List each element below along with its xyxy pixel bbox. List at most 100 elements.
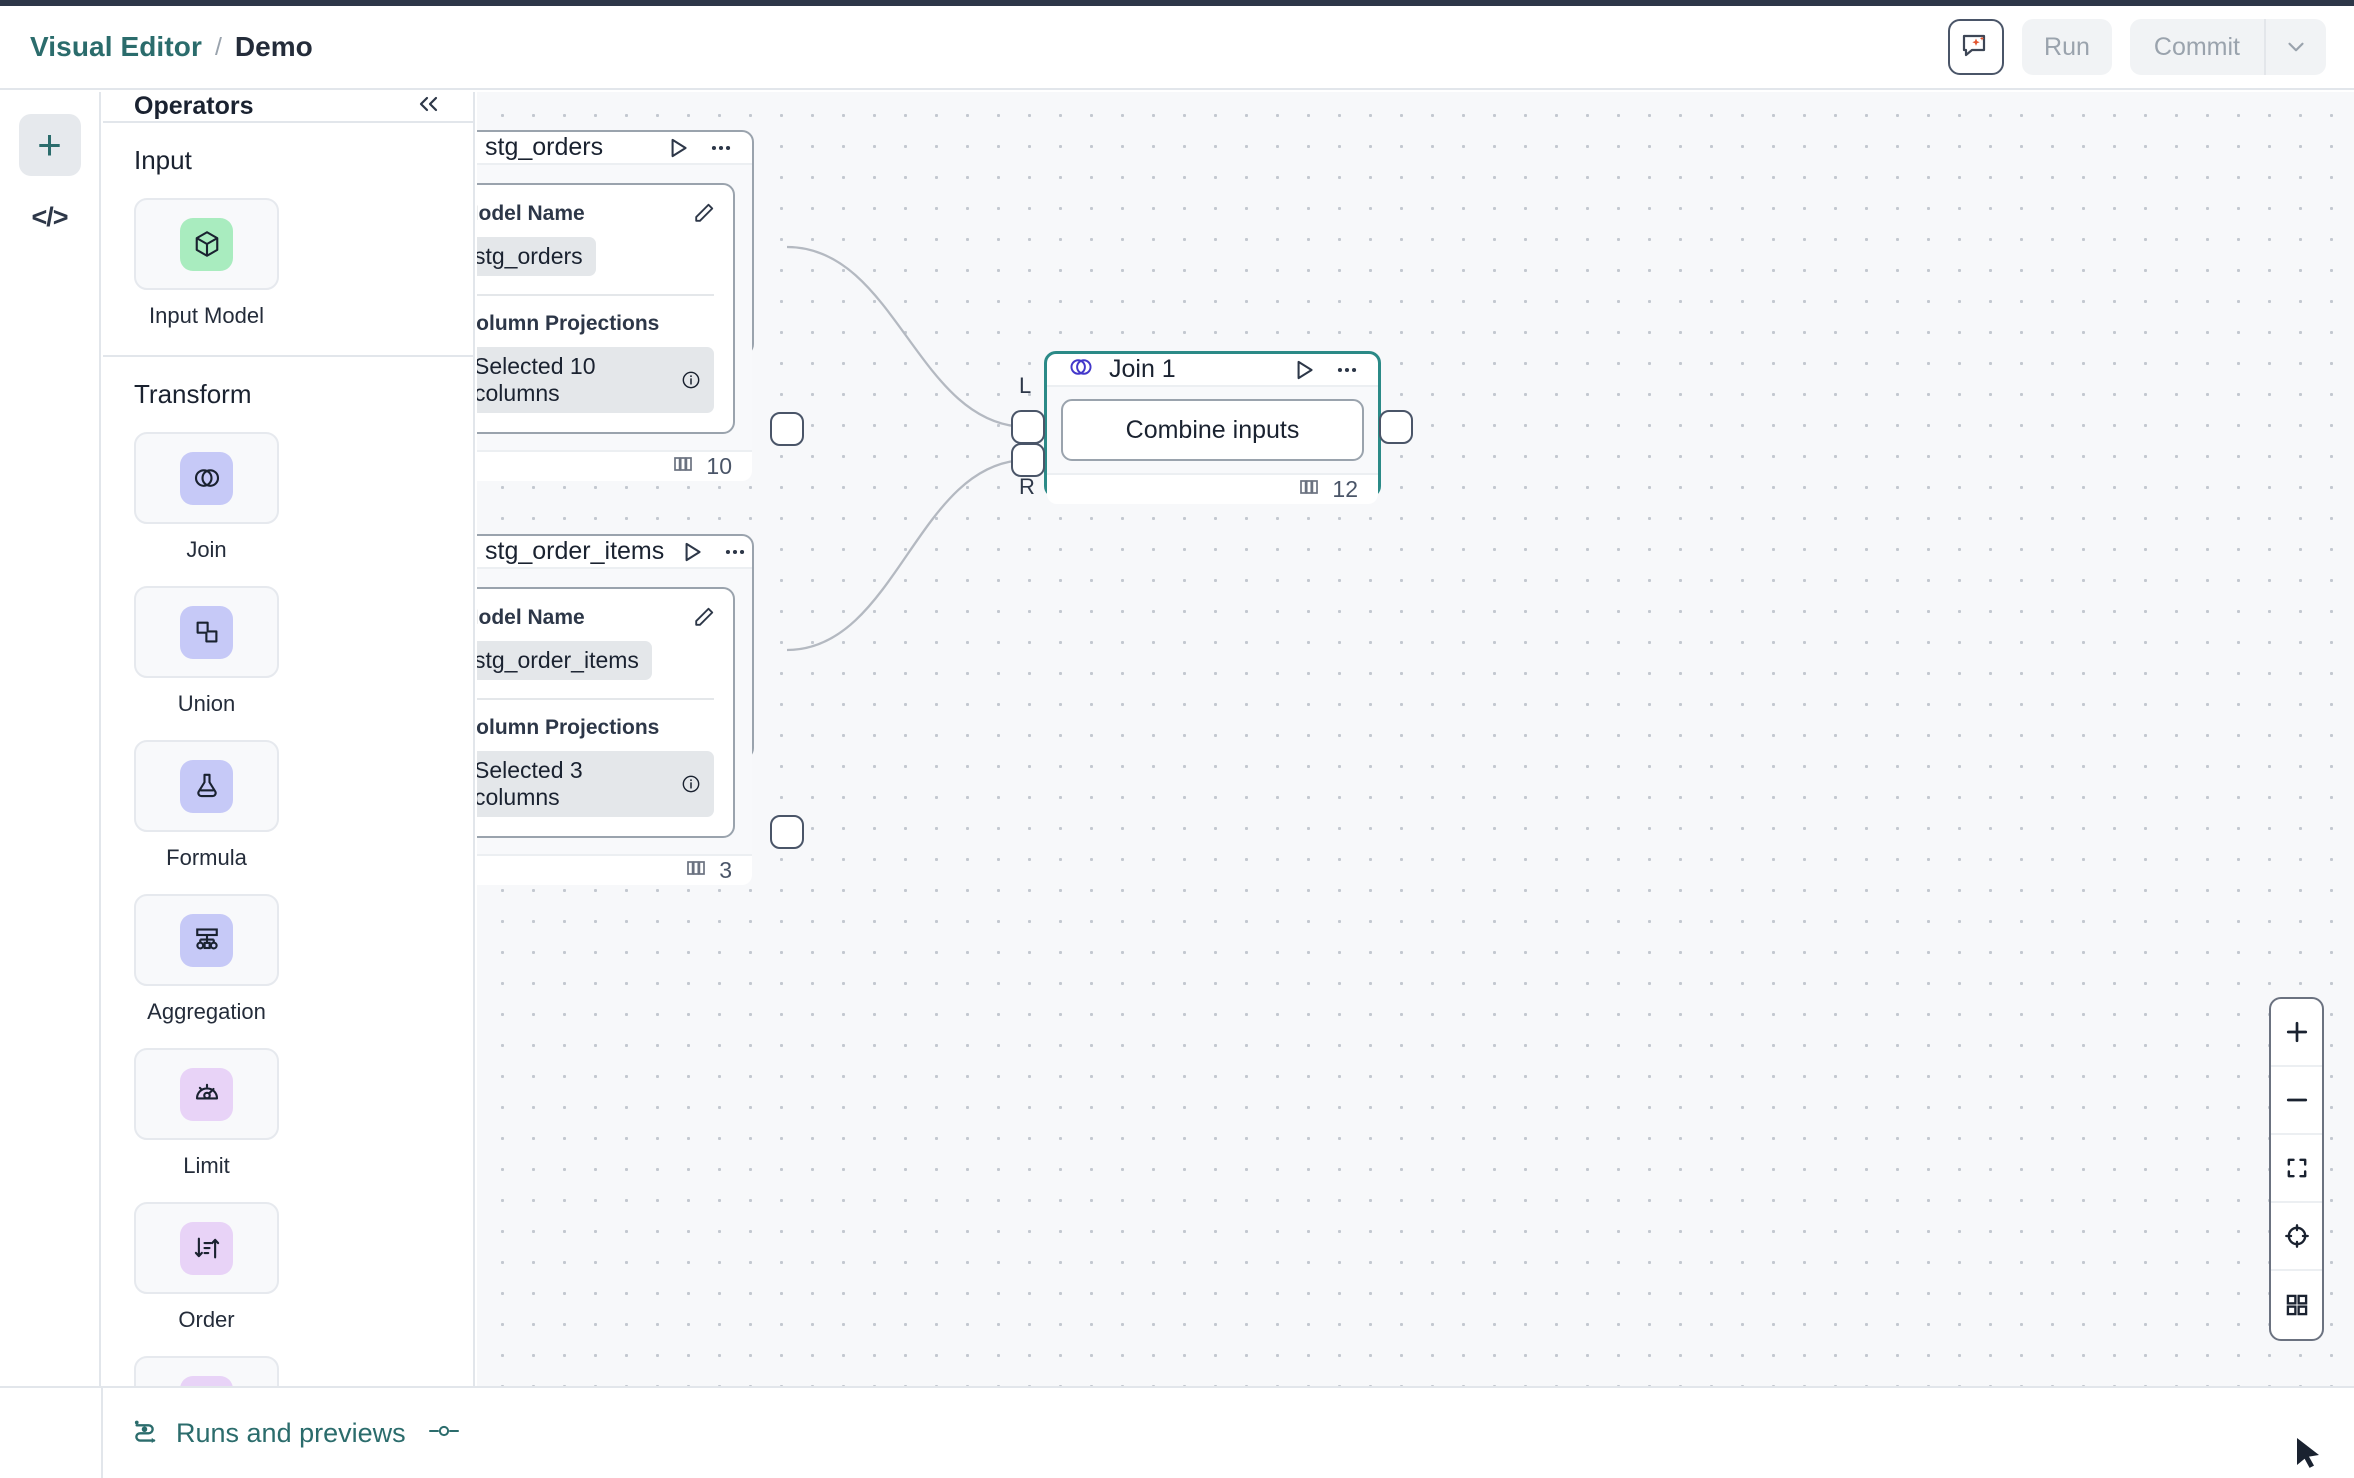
operators-panel-title: Operators [134, 92, 253, 121]
fit-view-icon [2283, 1154, 2311, 1182]
node-header: Join 1 [1047, 354, 1378, 387]
drag-handle-icon[interactable] [427, 1420, 461, 1447]
cube-icon [180, 218, 233, 271]
edge-stg-order-items-to-join-right [787, 460, 1027, 650]
commit-button[interactable]: Commit [2130, 19, 2264, 75]
node-body: Model Name stg_order_items Column Projec… [477, 569, 752, 854]
operators-panel-header: Operators [103, 92, 473, 123]
center-view-button[interactable] [2271, 1203, 2322, 1271]
operator-item-union[interactable]: Union [134, 586, 279, 717]
columns-icon [684, 856, 708, 885]
node-footer: 3 [477, 854, 752, 885]
operator-card[interactable] [134, 1202, 279, 1294]
operator-item-order[interactable]: Order [134, 1202, 279, 1333]
field-label-model-name: Model Name [477, 202, 714, 226]
collapse-double-chevron-left-icon [416, 94, 442, 114]
plus-icon: + [37, 124, 62, 166]
node-actions [1291, 357, 1360, 383]
zoom-out-icon [2283, 1086, 2311, 1114]
flow-node-stg-order-items[interactable]: stg_order_items Model Name stg_order_ite… [477, 534, 754, 760]
edge-layer [477, 92, 2354, 1386]
runs-and-previews-button[interactable]: Runs and previews [131, 1416, 406, 1451]
play-icon[interactable] [665, 135, 691, 161]
operator-card[interactable] [134, 432, 279, 524]
field-divider [477, 294, 714, 296]
play-icon[interactable] [1291, 357, 1317, 383]
more-horizontal-icon[interactable] [708, 135, 734, 161]
flow-node-stg-orders[interactable]: stg_orders Model Name stg_orders [477, 130, 754, 356]
combine-inputs-button[interactable]: Combine inputs [1061, 399, 1364, 461]
more-horizontal-icon[interactable] [1334, 357, 1360, 383]
node-column-count: 10 [706, 453, 732, 480]
ai-assistant-button[interactable] [1948, 19, 2004, 75]
fit-view-button[interactable] [2271, 1135, 2322, 1203]
breadcrumb-separator: / [215, 33, 222, 62]
operator-label: Order [178, 1307, 234, 1333]
breadcrumb-app-name[interactable]: Visual Editor [30, 31, 202, 63]
breadcrumb: Visual Editor / Demo [30, 31, 313, 63]
flow-node-join-1[interactable]: Join 1 Combine inputs 12 [1044, 351, 1381, 498]
operator-item-limit[interactable]: Limit [134, 1048, 279, 1179]
node-column-count: 3 [719, 857, 732, 884]
port-output-stg-orders[interactable] [770, 412, 804, 446]
operator-card[interactable] [134, 198, 279, 290]
flow-canvas[interactable]: stg_orders Model Name stg_orders [477, 92, 2354, 1386]
field-label-column-projections: Column Projections [477, 716, 714, 740]
port-input-join-left[interactable] [1011, 410, 1045, 444]
section-title: Transform [134, 379, 442, 410]
commit-dropdown-button[interactable] [2264, 19, 2326, 75]
operator-grid: Input Model [134, 198, 442, 329]
info-icon[interactable] [681, 370, 701, 390]
ai-chat-sparkle-icon [1960, 31, 1992, 63]
field-divider [477, 698, 714, 700]
field-value-column-projections[interactable]: Selected 10 columns [477, 347, 714, 413]
operator-item-aggregation[interactable]: Aggregation [134, 894, 279, 1025]
mouse-cursor [2294, 1436, 2324, 1470]
pencil-icon[interactable] [691, 201, 716, 231]
port-output-stg-order-items[interactable] [770, 815, 804, 849]
chip-text: Selected 10 columns [477, 353, 672, 407]
section-title: Input [134, 145, 442, 176]
zoom-out-button[interactable] [2271, 1067, 2322, 1135]
more-horizontal-icon[interactable] [722, 539, 748, 565]
operator-card[interactable] [134, 1048, 279, 1140]
operator-label: Aggregation [147, 999, 266, 1025]
play-icon[interactable] [679, 539, 705, 565]
operator-label: Union [178, 691, 235, 717]
zoom-in-button[interactable] [2271, 999, 2322, 1067]
operator-item-formula[interactable]: Formula [134, 740, 279, 871]
operator-item-join[interactable]: Join [134, 432, 279, 563]
toggle-grid-button[interactable] [2271, 1271, 2322, 1339]
pencil-icon[interactable] [691, 605, 716, 635]
runs-flow-icon [131, 1416, 161, 1451]
add-operator-rail-button[interactable]: + [19, 114, 81, 176]
header-actions: Run Commit [1948, 19, 2326, 75]
field-value-model-name[interactable]: stg_orders [477, 237, 596, 276]
columns-icon [1297, 475, 1321, 504]
operator-card[interactable] [134, 894, 279, 986]
collapse-panel-button[interactable] [416, 93, 442, 121]
code-view-rail-button[interactable]: </> [19, 186, 81, 248]
bottom-bar: Runs and previews [103, 1386, 2354, 1478]
runs-and-previews-label: Runs and previews [176, 1418, 406, 1449]
operator-item-input-model[interactable]: Input Model [134, 198, 279, 329]
node-title: Join 1 [1109, 355, 1276, 384]
node-header: stg_order_items [477, 536, 752, 569]
field-value-column-projections[interactable]: Selected 3 columns [477, 751, 714, 817]
operator-card[interactable] [134, 586, 279, 678]
port-output-join[interactable] [1379, 410, 1413, 444]
node-actions [679, 539, 748, 565]
operator-label: Limit [183, 1153, 229, 1179]
zoom-controls [2269, 997, 2324, 1341]
chevron-down-icon [2283, 34, 2309, 60]
info-icon[interactable] [681, 774, 701, 794]
app-header: Visual Editor / Demo Run Commit [0, 6, 2354, 90]
sort-arrows-icon [180, 1222, 233, 1275]
operator-card[interactable] [134, 740, 279, 832]
node-body: Model Name stg_orders Column Projections… [477, 165, 752, 450]
port-input-join-right[interactable] [1011, 443, 1045, 477]
port-label-left: L [1019, 373, 1031, 399]
run-button[interactable]: Run [2022, 19, 2112, 75]
field-value-model-name[interactable]: stg_order_items [477, 641, 652, 680]
gauge-icon [180, 1068, 233, 1121]
